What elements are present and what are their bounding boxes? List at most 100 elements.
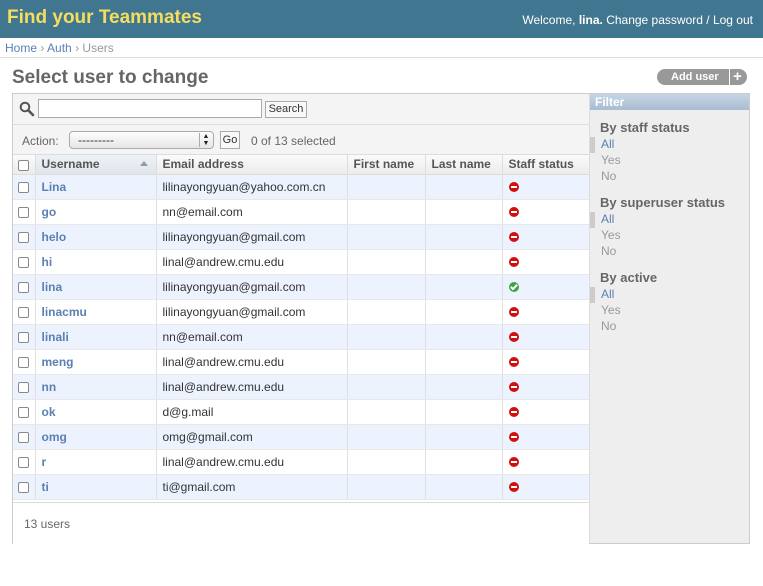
filter-panel: Filter By staff status All Yes No By superus… — [589, 94, 749, 543]
add-user-label: Add user — [671, 71, 719, 83]
row-checkbox[interactable] — [18, 206, 29, 218]
filter-heading: By active — [600, 270, 658, 285]
email-cell: lilinayongyuan@gmail.com — [156, 274, 348, 300]
username-link[interactable]: linacmu — [42, 305, 87, 319]
breadcrumb-home[interactable]: Home — [5, 41, 37, 55]
table-row: go nn@email.com — [13, 199, 590, 225]
username-link[interactable]: omg — [42, 430, 67, 444]
column-header-staff-status[interactable]: Staff status — [502, 155, 590, 175]
username-link[interactable]: linali — [42, 330, 69, 344]
last-name-cell — [425, 374, 503, 400]
change-password-link[interactable]: Change password — [606, 13, 703, 27]
row-checkbox[interactable] — [18, 481, 29, 493]
row-checkbox[interactable] — [18, 406, 29, 418]
sort-ascending-icon[interactable] — [139, 161, 148, 166]
row-checkbox[interactable] — [18, 306, 29, 318]
table-row: nn linal@andrew.cmu.edu — [13, 374, 590, 400]
page-title: Select user to change — [12, 67, 209, 88]
row-select-cell — [13, 199, 36, 225]
filter-option-no[interactable]: No — [590, 244, 749, 260]
row-select-cell — [13, 274, 36, 300]
minus-circle-icon — [508, 207, 519, 218]
email-cell: linal@andrew.cmu.edu — [156, 374, 348, 400]
breadcrumb: Home › Auth › Users — [0, 38, 763, 58]
breadcrumb-auth[interactable]: Auth — [47, 41, 72, 55]
row-select-cell — [13, 449, 36, 475]
last-name-cell — [425, 299, 503, 325]
minus-circle-icon — [508, 182, 519, 193]
site-branding[interactable]: Find your Teammates — [7, 7, 202, 29]
select-all-cell — [13, 155, 36, 175]
minus-circle-icon — [508, 232, 519, 243]
email-cell: linal@andrew.cmu.edu — [156, 349, 348, 375]
first-name-cell — [347, 174, 426, 200]
filter-option-all[interactable]: All — [590, 137, 749, 153]
row-checkbox[interactable] — [18, 181, 29, 193]
row-select-cell — [13, 374, 36, 400]
table-header-row: Username Email address First name Last n… — [13, 155, 590, 175]
search-input[interactable] — [38, 99, 262, 118]
username-link[interactable]: ok — [42, 405, 56, 419]
column-header-email[interactable]: Email address — [156, 155, 348, 175]
last-name-cell — [425, 399, 503, 425]
username-link[interactable]: hi — [42, 255, 53, 269]
row-checkbox[interactable] — [18, 431, 29, 443]
table-row: r linal@andrew.cmu.edu — [13, 449, 590, 475]
email-cell: linal@andrew.cmu.edu — [156, 449, 348, 475]
row-select-cell — [13, 299, 36, 325]
first-name-cell — [347, 324, 426, 350]
row-checkbox[interactable] — [18, 281, 29, 293]
search-icon — [19, 101, 35, 117]
username-link[interactable]: nn — [42, 380, 57, 394]
filter-option-no[interactable]: No — [590, 319, 749, 335]
row-checkbox[interactable] — [18, 381, 29, 393]
staff-status-cell — [502, 449, 590, 475]
column-header-last-name[interactable]: Last name — [425, 155, 503, 175]
last-name-cell — [425, 449, 503, 475]
email-cell: omg@gmail.com — [156, 424, 348, 450]
filter-option-all[interactable]: All — [590, 212, 749, 228]
filter-option-yes[interactable]: Yes — [590, 228, 749, 244]
check-icon — [508, 282, 519, 293]
column-header-username[interactable]: Username — [35, 155, 157, 175]
filter-option-yes[interactable]: Yes — [590, 153, 749, 169]
username-link[interactable]: meng — [42, 355, 74, 369]
filter-option-yes[interactable]: Yes — [590, 303, 749, 319]
logout-link[interactable]: Log out — [713, 13, 753, 27]
actions-bar: Action: --------- ▲ ▼ Go 0 of 13 selected — [13, 125, 589, 155]
add-user-button[interactable]: Add user + — [657, 69, 747, 85]
username-link[interactable]: helo — [42, 230, 67, 244]
username-link[interactable]: ti — [42, 480, 49, 494]
row-checkbox[interactable] — [18, 456, 29, 468]
column-header-first-name[interactable]: First name — [347, 155, 426, 175]
row-select-cell — [13, 324, 36, 350]
action-select[interactable]: --------- ▲ ▼ — [69, 131, 214, 149]
username-cell: r — [35, 449, 157, 475]
row-checkbox[interactable] — [18, 231, 29, 243]
row-checkbox[interactable] — [18, 331, 29, 343]
row-select-cell — [13, 224, 36, 250]
username-link[interactable]: Lina — [42, 180, 67, 194]
row-checkbox[interactable] — [18, 256, 29, 268]
filter-heading: By superuser status — [600, 195, 725, 210]
minus-circle-icon — [508, 457, 519, 468]
filter-options: All Yes No — [590, 137, 749, 185]
filter-option-all[interactable]: All — [590, 287, 749, 303]
welcome-text: Welcome, — [522, 13, 576, 27]
filter-option-no[interactable]: No — [590, 169, 749, 185]
go-button[interactable]: Go — [220, 131, 240, 149]
minus-circle-icon — [508, 332, 519, 343]
result-body: Lina lilinayongyuan@yahoo.com.cn go nn@emai… — [13, 174, 590, 500]
select-all-checkbox[interactable] — [18, 159, 29, 171]
row-checkbox[interactable] — [18, 356, 29, 368]
staff-status-cell — [502, 399, 590, 425]
username-link[interactable]: r — [42, 455, 47, 469]
username-link[interactable]: go — [42, 205, 57, 219]
first-name-cell — [347, 449, 426, 475]
email-cell: nn@email.com — [156, 199, 348, 225]
username-cell: helo — [35, 224, 157, 250]
username-link[interactable]: lina — [42, 280, 63, 294]
search-button[interactable]: Search — [265, 101, 307, 118]
first-name-cell — [347, 374, 426, 400]
first-name-cell — [347, 299, 426, 325]
